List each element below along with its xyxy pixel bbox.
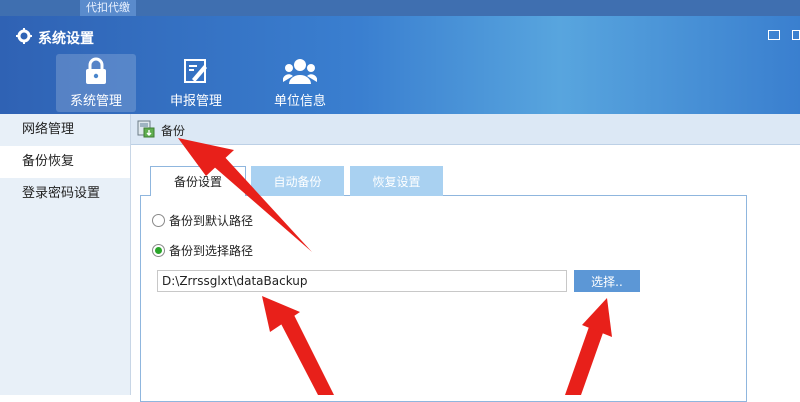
tab-auto-backup[interactable]: 自动备份 bbox=[251, 166, 344, 196]
backup-icon bbox=[137, 120, 155, 141]
nav-label: 申报管理 bbox=[169, 94, 222, 109]
lock-icon bbox=[56, 54, 136, 88]
top-strip: 代扣代缴 bbox=[0, 0, 800, 16]
choose-path-button[interactable]: 选择.. bbox=[574, 270, 640, 292]
users-icon bbox=[260, 54, 340, 88]
toolbar: 备份 bbox=[131, 114, 800, 145]
window-title-text: 系统设置 bbox=[38, 31, 94, 47]
nav-label: 系统管理 bbox=[69, 94, 122, 109]
nav-unit-info[interactable]: 单位信息 bbox=[260, 54, 340, 112]
sidebar: 网络管理 备份恢复 登录密码设置 bbox=[0, 114, 131, 395]
tab-restore-settings[interactable]: 恢复设置 bbox=[350, 166, 443, 196]
window-title: 系统设置 bbox=[16, 28, 94, 48]
nav-declaration-management[interactable]: 申报管理 bbox=[156, 54, 236, 112]
sidebar-item-backup-restore[interactable]: 备份恢复 bbox=[0, 146, 130, 178]
radio-choose-path-row[interactable]: 备份到选择路径 bbox=[152, 242, 253, 259]
backup-toolbar-button[interactable]: 备份 bbox=[137, 120, 185, 141]
backup-toolbar-label: 备份 bbox=[161, 124, 186, 138]
radio-choose-path[interactable] bbox=[152, 244, 165, 257]
window-minimize-icon[interactable] bbox=[792, 30, 800, 40]
sidebar-item-login-password[interactable]: 登录密码设置 bbox=[0, 178, 130, 210]
radio-default-path-row[interactable]: 备份到默认路径 bbox=[152, 212, 253, 229]
sidebar-item-network[interactable]: 网络管理 bbox=[0, 114, 130, 146]
top-tab[interactable]: 代扣代缴 bbox=[80, 0, 136, 16]
radio-default-path[interactable] bbox=[152, 214, 165, 227]
edit-icon bbox=[156, 54, 236, 88]
backup-path-input[interactable] bbox=[157, 270, 567, 292]
gear-icon bbox=[16, 28, 32, 48]
nav-label: 单位信息 bbox=[273, 94, 326, 109]
window-menu-icon[interactable] bbox=[768, 30, 780, 40]
radio-default-path-label: 备份到默认路径 bbox=[169, 214, 254, 228]
nav-system-management[interactable]: 系统管理 bbox=[56, 54, 136, 112]
radio-choose-path-label: 备份到选择路径 bbox=[169, 244, 254, 258]
tab-backup-settings[interactable]: 备份设置 bbox=[150, 166, 246, 196]
window-header: 系统设置 系统管理 申报管理 单位信息 bbox=[0, 16, 800, 114]
